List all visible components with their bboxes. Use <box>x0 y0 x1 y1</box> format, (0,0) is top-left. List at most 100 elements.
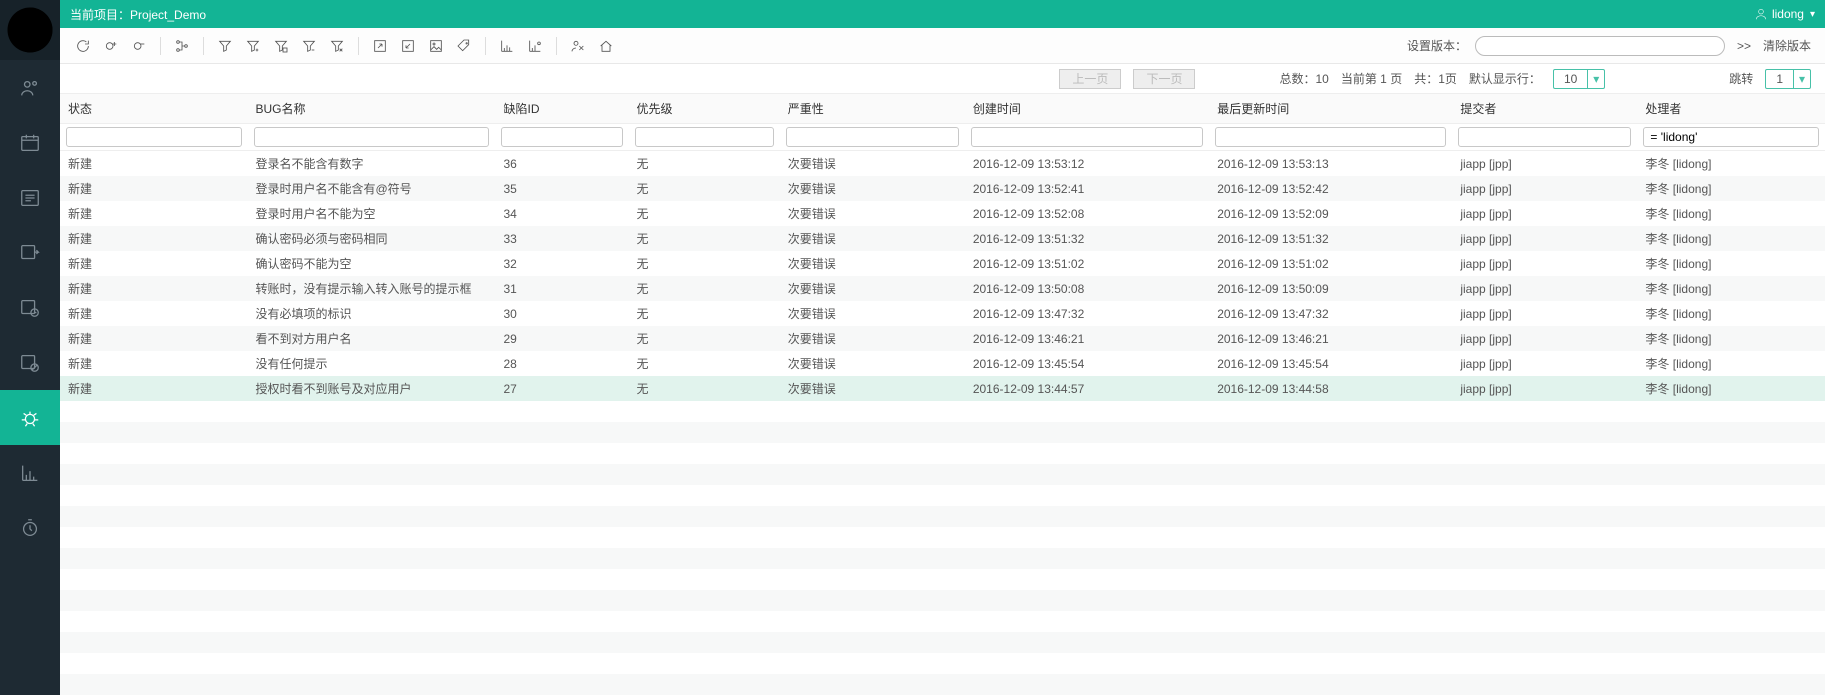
next-page-button[interactable]: 下一页 <box>1133 69 1195 89</box>
cell-severity: 次要错误 <box>780 276 965 301</box>
sidebar-item-block[interactable] <box>0 335 60 390</box>
chart-settings-icon[interactable] <box>522 34 548 58</box>
cell-severity: 次要错误 <box>780 201 965 226</box>
col-header-name[interactable]: BUG名称 <box>248 94 496 124</box>
separator <box>485 37 486 55</box>
sidebar-item-bugs[interactable] <box>0 390 60 445</box>
table-row[interactable]: 新建授权时看不到账号及对应用户27无次要错误2016-12-09 13:44:5… <box>60 376 1825 401</box>
sidebar-item-flow[interactable] <box>0 225 60 280</box>
filter-submitter[interactable] <box>1458 127 1631 147</box>
table-row[interactable]: 新建登录时用户名不能为空34无次要错误2016-12-09 13:52:0820… <box>60 201 1825 226</box>
import-icon[interactable] <box>395 34 421 58</box>
cell-assignee: 李冬 [lidong] <box>1637 301 1825 326</box>
cell-priority: 无 <box>629 201 780 226</box>
cell-updated: 2016-12-09 13:44:58 <box>1209 376 1452 401</box>
filter-status[interactable] <box>66 127 242 147</box>
cell-id: 30 <box>495 301 628 326</box>
sidebar-item-list[interactable] <box>0 170 60 225</box>
refresh-icon[interactable] <box>70 34 96 58</box>
user-menu[interactable]: lidong ▾ <box>1754 7 1815 21</box>
filter-severity[interactable] <box>786 127 959 147</box>
version-input[interactable] <box>1475 36 1725 56</box>
cell-name: 没有任何提示 <box>248 351 496 376</box>
col-header-updated[interactable]: 最后更新时间 <box>1209 94 1452 124</box>
version-apply-button[interactable]: >> <box>1737 39 1751 53</box>
cell-submitter: jiapp [jpp] <box>1452 276 1637 301</box>
sidebar-item-timer[interactable] <box>0 500 60 555</box>
assign-icon[interactable] <box>565 34 591 58</box>
cell-id: 27 <box>495 376 628 401</box>
toolbar: 设置版本： >> 清除版本 <box>60 28 1825 64</box>
table-row[interactable]: 新建登录名不能含有数字36无次要错误2016-12-09 13:53:12201… <box>60 151 1825 177</box>
jump-page-select[interactable]: 1▾ <box>1765 69 1811 89</box>
cell-updated: 2016-12-09 13:45:54 <box>1209 351 1452 376</box>
cell-status: 新建 <box>60 201 248 226</box>
cell-updated: 2016-12-09 13:52:09 <box>1209 201 1452 226</box>
cell-severity: 次要错误 <box>780 326 965 351</box>
rows-label: 默认显示行： <box>1469 70 1541 87</box>
table-row[interactable]: 新建看不到对方用户名29无次要错误2016-12-09 13:46:212016… <box>60 326 1825 351</box>
cell-created: 2016-12-09 13:51:02 <box>965 251 1209 276</box>
cell-severity: 次要错误 <box>780 226 965 251</box>
filter-updated[interactable] <box>1215 127 1446 147</box>
version-clear-button[interactable]: 清除版本 <box>1763 37 1811 54</box>
col-header-id[interactable]: 缺陷ID <box>495 94 628 124</box>
cell-submitter: jiapp [jpp] <box>1452 376 1637 401</box>
cell-created: 2016-12-09 13:50:08 <box>965 276 1209 301</box>
col-header-submitter[interactable]: 提交者 <box>1452 94 1637 124</box>
col-header-created[interactable]: 创建时间 <box>965 94 1209 124</box>
caret-down-icon: ▾ <box>1810 9 1815 20</box>
col-header-assignee[interactable]: 处理者 <box>1637 94 1825 124</box>
filter-clear-icon[interactable] <box>324 34 350 58</box>
remove-bug-icon[interactable] <box>126 34 152 58</box>
filter-name[interactable] <box>254 127 490 147</box>
filter-created[interactable] <box>971 127 1203 147</box>
empty-row <box>60 506 1825 527</box>
col-header-priority[interactable]: 优先级 <box>629 94 780 124</box>
table-row[interactable]: 新建没有必填项的标识30无次要错误2016-12-09 13:47:322016… <box>60 301 1825 326</box>
filter-id[interactable] <box>501 127 622 147</box>
col-header-severity[interactable]: 严重性 <box>780 94 965 124</box>
filter-save-icon[interactable] <box>268 34 294 58</box>
cell-submitter: jiapp [jpp] <box>1452 251 1637 276</box>
filter-priority[interactable] <box>635 127 774 147</box>
cell-name: 转账时，没有提示输入转入账号的提示框 <box>248 276 496 301</box>
sidebar-item-stats[interactable] <box>0 445 60 500</box>
filter-remove-icon[interactable] <box>296 34 322 58</box>
table-row[interactable]: 新建登录时用户名不能含有@符号35无次要错误2016-12-09 13:52:4… <box>60 176 1825 201</box>
table-row[interactable]: 新建确认密码不能为空32无次要错误2016-12-09 13:51:022016… <box>60 251 1825 276</box>
cell-submitter: jiapp [jpp] <box>1452 301 1637 326</box>
tree-icon[interactable] <box>169 34 195 58</box>
filter-icon[interactable] <box>212 34 238 58</box>
house-icon[interactable] <box>593 34 619 58</box>
cell-assignee: 李冬 [lidong] <box>1637 201 1825 226</box>
table-row[interactable]: 新建转账时，没有提示输入转入账号的提示框31无次要错误2016-12-09 13… <box>60 276 1825 301</box>
cell-id: 29 <box>495 326 628 351</box>
table-row[interactable]: 新建确认密码必须与密码相同33无次要错误2016-12-09 13:51:322… <box>60 226 1825 251</box>
filter-add-icon[interactable] <box>240 34 266 58</box>
col-header-status[interactable]: 状态 <box>60 94 248 124</box>
cell-id: 36 <box>495 151 628 177</box>
cell-updated: 2016-12-09 13:51:02 <box>1209 251 1452 276</box>
add-bug-icon[interactable] <box>98 34 124 58</box>
separator <box>160 37 161 55</box>
table-row[interactable]: 新建没有任何提示28无次要错误2016-12-09 13:45:542016-1… <box>60 351 1825 376</box>
prev-page-button[interactable]: 上一页 <box>1059 69 1121 89</box>
empty-row <box>60 632 1825 653</box>
cell-submitter: jiapp [jpp] <box>1452 326 1637 351</box>
image-icon[interactable] <box>423 34 449 58</box>
sidebar-item-calendar[interactable] <box>0 115 60 170</box>
cell-id: 33 <box>495 226 628 251</box>
tag-icon[interactable] <box>451 34 477 58</box>
cell-status: 新建 <box>60 301 248 326</box>
rows-per-page-select[interactable]: 10▾ <box>1553 69 1605 89</box>
sidebar-item-clock[interactable] <box>0 280 60 335</box>
cell-name: 确认密码必须与密码相同 <box>248 226 496 251</box>
chart-icon[interactable] <box>494 34 520 58</box>
cell-id: 32 <box>495 251 628 276</box>
cell-submitter: jiapp [jpp] <box>1452 176 1637 201</box>
filter-assignee[interactable] <box>1643 127 1819 147</box>
export-icon[interactable] <box>367 34 393 58</box>
total-pages: 共：1页 <box>1414 70 1457 87</box>
sidebar-item-users[interactable] <box>0 60 60 115</box>
